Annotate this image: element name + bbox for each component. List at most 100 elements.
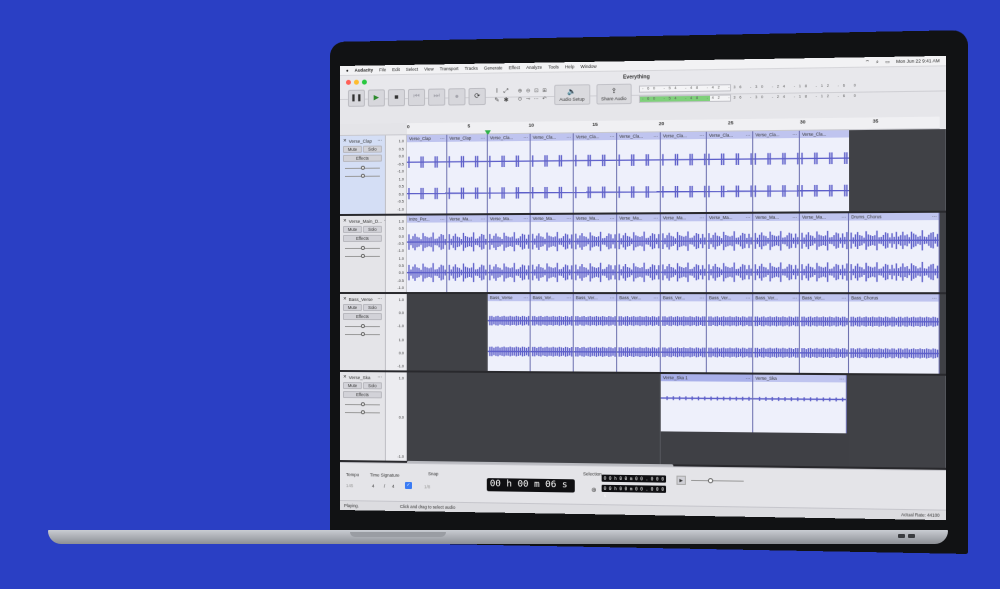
wifi-icon[interactable]: ⌔ — [865, 59, 869, 65]
waveform[interactable] — [617, 140, 661, 213]
record-button[interactable]: ● — [448, 87, 466, 106]
waveform[interactable] — [531, 222, 574, 292]
waveform[interactable] — [707, 139, 753, 212]
clip-menu-icon[interactable]: ⋯ — [440, 215, 444, 222]
clip-menu-icon[interactable]: ⋯ — [792, 294, 796, 301]
snap-select[interactable]: 1/8 — [424, 484, 430, 489]
snap-checkbox[interactable]: ✓ — [404, 481, 412, 490]
clip-menu-icon[interactable]: ⋯ — [610, 294, 614, 301]
menu-item-effect[interactable]: Effect — [509, 65, 520, 70]
menu-item-edit[interactable]: Edit — [392, 67, 400, 72]
close-track-icon[interactable]: ✕ — [343, 218, 347, 224]
app-menu[interactable]: Audacity — [355, 67, 374, 72]
clip-header[interactable]: Bass_Ver... ⋯ — [753, 294, 799, 302]
audio-clip[interactable]: Verse_Cla...⋯ — [573, 132, 618, 213]
audio-clip[interactable]: Verse_Cla...⋯ — [706, 131, 754, 212]
pan-slider-thumb[interactable] — [360, 173, 365, 178]
track-control-panel[interactable]: ✕ Bass_Verse ⋯ Mute Solo Effects — [340, 294, 386, 371]
waveform[interactable] — [661, 301, 707, 372]
tempo-field[interactable]: 145 — [346, 483, 353, 488]
loop-button[interactable]: ⟳ — [468, 87, 486, 105]
waveform[interactable] — [617, 301, 661, 372]
audio-clip[interactable]: Verse_Ma... ⋯ — [447, 215, 488, 293]
gain-slider[interactable] — [343, 165, 382, 170]
audio-clip[interactable]: Verse_Ma... ⋯ — [487, 214, 531, 293]
undo-icon[interactable]: ↶ — [541, 96, 548, 103]
audio-clip[interactable]: Bass_Ver... ⋯ — [530, 294, 574, 372]
selection-tool-icon[interactable]: I — [493, 87, 501, 95]
trim-icon[interactable]: ⊸ — [525, 96, 532, 103]
track-control-panel[interactable]: ✕ Verse_Clap ⋯ Mute Solo Effects — [340, 135, 386, 214]
audio-clip[interactable]: Verse_Clap ⋯ — [447, 134, 488, 214]
waveform[interactable] — [661, 221, 707, 292]
audio-clip[interactable]: Verse_Ma... ⋯ — [573, 214, 618, 293]
audio-clip[interactable]: Verse_Ska 1 ⋯ — [660, 374, 754, 433]
close-track-icon[interactable]: ✕ — [343, 374, 347, 380]
time-signature-denominator[interactable]: 4 — [392, 484, 394, 489]
waveform[interactable] — [617, 221, 661, 292]
play-button[interactable]: ▶ — [367, 88, 385, 107]
selection-end-field[interactable]: 0 0 h 0 0 m 0 0 . 0 0 0 s — [601, 484, 667, 498]
solo-button[interactable]: Solo — [362, 225, 382, 233]
clip-menu-icon[interactable]: ⋯ — [746, 294, 750, 301]
waveform[interactable] — [447, 222, 488, 292]
pause-button[interactable]: ❚❚ — [347, 89, 365, 107]
mute-button[interactable]: Mute — [342, 225, 362, 233]
zoom-toggle-icon[interactable]: ⊙ — [516, 96, 523, 103]
clip-menu-icon[interactable]: ⋯ — [841, 294, 845, 301]
playback-meter[interactable]: -60 -54 -48 -42 -36 -30 -24 -18 -12 -6 0 — [639, 93, 860, 103]
pan-slider[interactable] — [343, 410, 382, 415]
close-track-icon[interactable]: ✕ — [343, 138, 347, 144]
track-control-panel[interactable]: ✕ Verse_Main_D... ⋯ Mute Solo Effects — [340, 215, 388, 293]
waveform[interactable] — [707, 301, 753, 372]
track-lane[interactable]: Verse_Ska 1 ⋯ Verse_Ska ⋯ — [406, 372, 947, 468]
audio-clip[interactable]: Verse_Cla...⋯ — [660, 131, 707, 213]
audio-clip[interactable]: Verse_Ma... ⋯ — [753, 213, 800, 293]
waveform[interactable] — [707, 221, 753, 292]
clip-menu-icon[interactable]: ⋯ — [653, 294, 657, 301]
menu-item-select[interactable]: Select — [406, 67, 418, 72]
mute-button[interactable]: Mute — [342, 382, 362, 390]
audio-clip[interactable]: Verse_Cla...⋯ — [487, 133, 531, 214]
track-name[interactable]: Verse_Main_D... — [349, 218, 382, 223]
waveform[interactable] — [661, 139, 707, 212]
track-menu-icon[interactable]: ⋯ — [377, 138, 382, 144]
clip-menu-icon[interactable]: ⋯ — [746, 131, 750, 138]
playback-speed-thumb[interactable] — [707, 478, 714, 484]
waveform[interactable] — [531, 140, 574, 212]
gain-slider-thumb[interactable] — [360, 402, 365, 407]
menu-item-help[interactable]: Help — [565, 64, 574, 69]
playback-speed-slider[interactable] — [691, 479, 744, 482]
effects-button[interactable]: Effects — [342, 313, 382, 321]
pan-slider-thumb[interactable] — [360, 332, 365, 337]
track-lane[interactable]: Intro_Per... ⋯ Verse_Ma... ⋯ Verse_Ma... ⋯ Ver… — [406, 212, 947, 293]
waveform[interactable] — [800, 301, 849, 373]
multi-tool-icon[interactable]: ✱ — [502, 96, 510, 104]
clip-menu-icon[interactable]: ⋯ — [839, 375, 843, 382]
audio-clip[interactable]: Bass_Ver... ⋯ — [660, 294, 707, 373]
audio-clip[interactable]: Bass_Ver... ⋯ — [706, 294, 754, 373]
clip-menu-icon[interactable]: ⋯ — [932, 294, 937, 301]
clip-menu-icon[interactable]: ⋯ — [792, 214, 796, 221]
audio-clip[interactable]: Bass_Ver... ⋯ — [573, 294, 618, 372]
clip-header[interactable]: Bass_Verse ⋯ — [487, 294, 530, 302]
track-control-panel[interactable]: ✕ Verse_Ska ⋯ Mute Solo Effects — [340, 372, 386, 461]
track-name[interactable]: Verse_Ska — [349, 375, 371, 380]
audio-clip[interactable]: Verse_Ma... ⋯ — [706, 213, 754, 293]
clip-header[interactable]: Bass_Ver... ⋯ — [660, 294, 706, 302]
clip-menu-icon[interactable]: ⋯ — [699, 214, 703, 221]
waveform[interactable] — [800, 221, 849, 293]
track-menu-icon[interactable]: ⋯ — [377, 374, 382, 380]
effects-button[interactable]: Effects — [342, 154, 382, 162]
waveform[interactable] — [447, 141, 488, 213]
waveform[interactable] — [849, 301, 940, 373]
audio-clip[interactable]: Verse_Ma... ⋯ — [660, 214, 707, 293]
audio-clip[interactable]: Verse_Cla...⋯ — [617, 132, 661, 213]
clip-menu-icon[interactable]: ⋯ — [481, 215, 485, 222]
clip-menu-icon[interactable]: ⋯ — [932, 213, 937, 220]
clip-menu-icon[interactable]: ⋯ — [610, 133, 614, 140]
selection-start-field[interactable]: 0 0 h 0 0 m 0 0 . 0 0 0 s — [601, 474, 667, 488]
audio-clip[interactable]: Verse_Cla...⋯ — [753, 130, 800, 212]
menu-item-file[interactable]: File — [379, 67, 386, 72]
clip-menu-icon[interactable]: ⋯ — [440, 135, 444, 142]
